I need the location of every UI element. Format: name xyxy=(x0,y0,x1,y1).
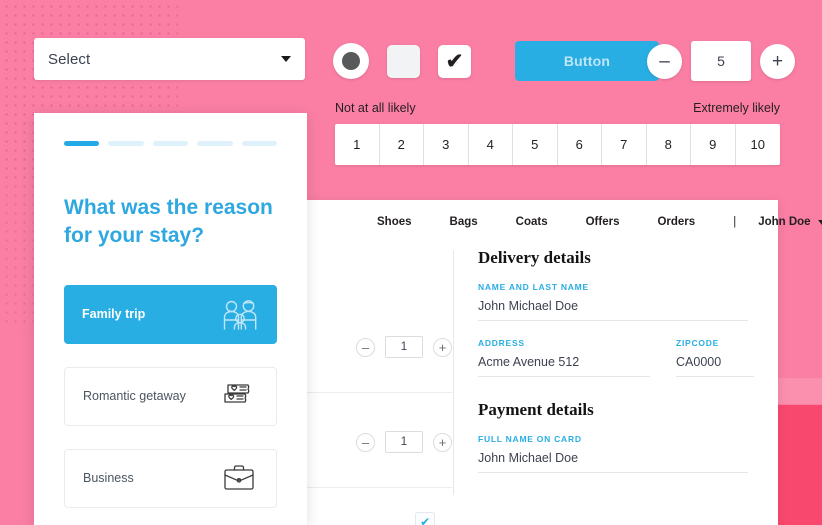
nps-cell-10[interactable]: 10 xyxy=(735,124,780,165)
nps-scale: 1 2 3 4 5 6 7 8 9 10 xyxy=(335,124,780,165)
field-name: NAME AND LAST NAME John Michael Doe xyxy=(478,282,748,321)
field-card-name: FULL NAME ON CARD John Michael Doe xyxy=(478,434,748,473)
field-label: FULL NAME ON CARD xyxy=(478,434,582,444)
option-label: Romantic getaway xyxy=(83,389,186,404)
qty-increase-button[interactable]: + xyxy=(433,432,452,452)
field-zipcode: ZIPCODE CA0000 xyxy=(676,338,754,377)
accent-strip xyxy=(778,378,822,525)
survey-option-business[interactable]: Business xyxy=(64,448,277,508)
nav-item-shoes[interactable]: Shoes xyxy=(377,216,412,228)
qty-decrease-button[interactable]: – xyxy=(356,432,375,452)
field-address: ADDRESS Acme Avenue 512 xyxy=(478,338,650,377)
nps-cell-5[interactable]: 5 xyxy=(513,124,558,165)
progress-step-3 xyxy=(152,141,189,146)
nps-high-label: Extremely likely xyxy=(693,101,780,115)
stepper-decrease-button[interactable]: – xyxy=(647,43,682,79)
nav-divider: | xyxy=(733,216,737,228)
progress-step-4 xyxy=(197,141,233,146)
cart-divider xyxy=(305,487,452,488)
field-value[interactable]: John Michael Doe xyxy=(478,451,748,473)
field-row: ADDRESS Acme Avenue 512 ZIPCODE CA0000 xyxy=(478,338,754,377)
checkbox-unchecked[interactable] xyxy=(387,44,420,78)
stepper-value[interactable]: 5 xyxy=(691,41,751,81)
option-label: Family trip xyxy=(82,307,146,322)
screenshot-root: Shoes Bags Coats Offers Orders | John Do… xyxy=(0,0,822,525)
progress-steps xyxy=(34,113,307,146)
check-icon: ✔ xyxy=(445,49,464,73)
nav-item-coats[interactable]: Coats xyxy=(516,216,548,228)
nav-item-offers[interactable]: Offers xyxy=(586,216,620,228)
chevron-down-icon xyxy=(281,56,291,62)
nav-item-bags[interactable]: Bags xyxy=(450,216,478,228)
progress-step-1 xyxy=(64,141,100,146)
number-stepper: – 5 + xyxy=(647,41,795,81)
field-label: ADDRESS xyxy=(478,338,525,348)
nps-labels: Not at all likely Extremely likely xyxy=(335,101,780,115)
checkbox-checked[interactable]: ✔ xyxy=(438,44,471,78)
survey-option-romantic-getaway[interactable]: Romantic getaway xyxy=(64,366,277,426)
cart-column: – 1 + – 1 + ✔ xyxy=(305,228,453,525)
nps-cell-9[interactable]: 9 xyxy=(691,124,736,165)
user-menu[interactable]: John Doe xyxy=(758,216,822,228)
qty-value[interactable]: 1 xyxy=(385,431,423,453)
radio-dot-icon xyxy=(342,52,360,70)
cart-divider xyxy=(305,392,452,393)
cart-row: – 1 + xyxy=(305,336,470,358)
progress-step-2 xyxy=(108,141,144,146)
qty-value[interactable]: 1 xyxy=(385,336,423,358)
qty-increase-button[interactable]: + xyxy=(433,337,452,357)
nps-cell-3[interactable]: 3 xyxy=(424,124,469,165)
select-dropdown[interactable]: Select xyxy=(34,38,305,80)
agree-checkbox[interactable]: ✔ xyxy=(415,512,436,525)
nps-cell-7[interactable]: 7 xyxy=(602,124,647,165)
nps-cell-6[interactable]: 6 xyxy=(557,124,602,165)
select-value: Select xyxy=(48,50,91,68)
option-label: Business xyxy=(83,471,134,486)
nps-cell-4[interactable]: 4 xyxy=(468,124,513,165)
cart-row: – 1 + xyxy=(305,431,470,453)
love-tickets-icon xyxy=(218,378,260,414)
primary-button[interactable]: Button xyxy=(515,41,659,81)
user-name: John Doe xyxy=(758,216,811,228)
field-value[interactable]: Acme Avenue 512 xyxy=(478,355,650,377)
delivery-section-title: Delivery details xyxy=(478,248,591,267)
radio-button-selected[interactable] xyxy=(333,43,369,79)
field-label: NAME AND LAST NAME xyxy=(478,282,589,292)
family-icon xyxy=(219,296,261,332)
shop-body: – 1 + – 1 + ✔ Delivery details NAME AND … xyxy=(305,228,778,525)
chevron-down-icon xyxy=(817,219,822,225)
nps-cell-2[interactable]: 2 xyxy=(379,124,424,165)
survey-card: What was the reason for your stay? Famil… xyxy=(34,113,307,525)
briefcase-icon xyxy=(218,460,260,496)
field-value[interactable]: CA0000 xyxy=(676,355,754,377)
stepper-increase-button[interactable]: + xyxy=(760,43,795,79)
nps-cell-1[interactable]: 1 xyxy=(335,124,380,165)
survey-question: What was the reason for your stay? xyxy=(64,196,273,248)
control-row: ✔ Button xyxy=(333,41,659,81)
payment-section-title: Payment details xyxy=(478,400,594,419)
survey-option-family-trip[interactable]: Family trip xyxy=(64,284,277,344)
ecommerce-card: Shoes Bags Coats Offers Orders | John Do… xyxy=(305,200,822,525)
details-column: Delivery details NAME AND LAST NAME John… xyxy=(454,228,778,494)
nav-item-orders[interactable]: Orders xyxy=(657,216,695,228)
nps-cell-8[interactable]: 8 xyxy=(646,124,691,165)
shop-navbar: Shoes Bags Coats Offers Orders | John Do… xyxy=(305,200,822,228)
qty-decrease-button[interactable]: – xyxy=(356,337,375,357)
field-label: ZIPCODE xyxy=(676,338,720,348)
field-value[interactable]: John Michael Doe xyxy=(478,299,748,321)
progress-step-5 xyxy=(241,141,278,146)
nps-low-label: Not at all likely xyxy=(335,101,416,115)
